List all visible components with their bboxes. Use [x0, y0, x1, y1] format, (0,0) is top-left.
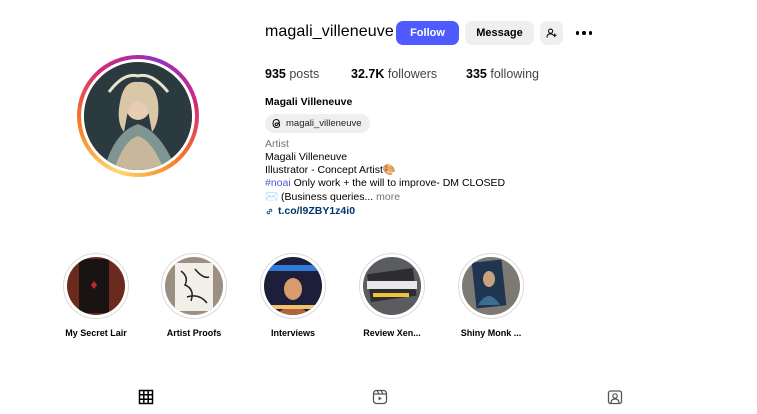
story-highlight[interactable]: Interviews — [253, 253, 333, 338]
tagged-tab[interactable] — [607, 389, 625, 407]
highlight-ring — [260, 253, 326, 319]
threads-icon — [272, 118, 281, 129]
profile-username: magali_villeneuve — [265, 23, 394, 40]
posts-grid-tab[interactable] — [138, 389, 156, 407]
followers-label: followers — [387, 67, 438, 81]
highlight-label: Artist Proofs — [166, 328, 222, 338]
bio-line: #noai Only work + the will to improve- D… — [265, 177, 505, 190]
reels-icon — [372, 389, 388, 405]
profile-avatar-ring[interactable] — [77, 55, 199, 177]
posts-stat: 935 posts — [265, 67, 319, 81]
story-highlight[interactable]: Artist Proofs — [154, 253, 234, 338]
more-options-icon[interactable] — [575, 26, 593, 40]
suggest-user-button[interactable] — [540, 21, 563, 45]
profile-full-name: Magali Villeneuve — [265, 96, 353, 108]
follow-button[interactable]: Follow — [396, 21, 459, 45]
add-user-icon — [546, 28, 557, 38]
bio-more-link[interactable]: more — [373, 191, 400, 203]
story-highlight[interactable]: Shiny Monk ... — [451, 253, 531, 338]
followers-stat[interactable]: 32.7K followers — [351, 67, 437, 81]
highlight-ring — [161, 253, 227, 319]
highlight-ring — [458, 253, 524, 319]
bio-text: ✉️ (Business queries... — [265, 191, 374, 203]
bio-line: Magali Villeneuve — [265, 151, 348, 163]
highlight-label: Review Xen... — [363, 328, 421, 338]
highlight-ring — [63, 253, 129, 319]
posts-count: 935 — [265, 67, 286, 81]
tagged-icon — [607, 390, 623, 405]
reels-tab[interactable] — [372, 389, 390, 407]
bio-line: ✉️ (Business queries... more — [265, 191, 400, 204]
bio-line: Illustrator - Concept Artist🎨 — [265, 164, 396, 176]
following-label: following — [490, 67, 539, 81]
highlight-cover — [462, 257, 520, 315]
highlight-cover — [363, 257, 421, 315]
following-stat[interactable]: 335 following — [466, 67, 539, 81]
highlight-cover — [165, 257, 223, 315]
bio-text: Only work + the will to improve- DM CLOS… — [290, 177, 506, 189]
highlight-label: Shiny Monk ... — [460, 328, 522, 338]
followers-count: 32.7K — [351, 67, 385, 81]
highlight-label: My Secret Lair — [65, 328, 127, 338]
link-icon — [266, 208, 273, 214]
link-text: t.co/l9ZBY1z4i0 — [278, 205, 356, 217]
highlight-cover — [67, 257, 125, 315]
story-highlight[interactable]: My Secret Lair — [56, 253, 136, 338]
profile-category: Artist — [265, 138, 289, 150]
avatar-gap — [81, 59, 195, 173]
avatar — [84, 62, 192, 170]
threads-badge[interactable]: magali_villeneuve — [265, 114, 370, 133]
story-highlight[interactable]: Review Xen... — [352, 253, 432, 338]
highlight-ring — [359, 253, 425, 319]
highlight-label: Interviews — [270, 328, 316, 338]
profile-external-link[interactable]: t.co/l9ZBY1z4i0 — [265, 205, 355, 217]
bio-hashtag-link[interactable]: #noai — [265, 177, 291, 189]
following-count: 335 — [466, 67, 487, 81]
grid-icon — [138, 389, 154, 405]
posts-label: posts — [289, 67, 320, 81]
message-button[interactable]: Message — [465, 21, 534, 45]
highlight-cover — [264, 257, 322, 315]
threads-handle: magali_villeneuve — [286, 118, 362, 129]
